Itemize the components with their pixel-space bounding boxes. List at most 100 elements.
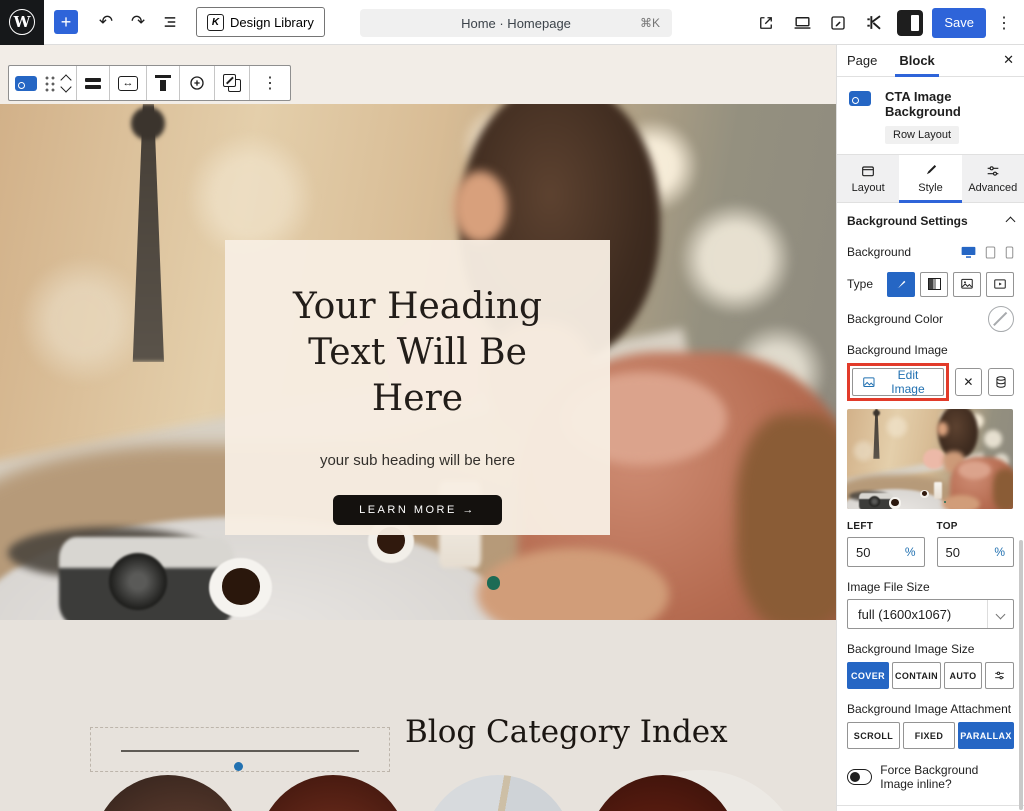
background-color-row: Background Color — [847, 303, 1014, 335]
left-position-input[interactable] — [856, 545, 886, 560]
editor-canvas: ↔ ⋮ — [0, 45, 836, 811]
block-type-badge: Row Layout — [885, 126, 959, 144]
collapse-icon — [1006, 216, 1016, 226]
options-menu-button[interactable]: ⋮ — [992, 7, 1016, 39]
external-link-icon — [757, 14, 775, 32]
preview-button[interactable] — [786, 7, 818, 39]
file-size-value: full (1600x1067) — [858, 607, 951, 622]
edit-image-icon — [862, 375, 876, 390]
background-overlay-settings-panel[interactable]: Background Overlay Settings — [837, 806, 1024, 811]
tutorial-highlight-box: Edit Image — [847, 363, 949, 401]
file-size-label: Image File Size — [847, 580, 1014, 594]
save-button[interactable]: Save — [932, 8, 986, 38]
image-file-size-select[interactable]: full (1600x1067) — [847, 599, 1014, 629]
undo-button[interactable]: ↶ — [90, 6, 122, 38]
align-top-icon — [155, 75, 171, 91]
vertical-align-top-button[interactable] — [146, 66, 179, 100]
background-type-buttons — [887, 272, 1014, 297]
remove-image-button[interactable]: ✕ — [955, 368, 981, 396]
blog-index-section: Blog Category Index — [0, 620, 836, 811]
section-title: Background Settings — [847, 214, 968, 228]
attachment-fixed-button[interactable]: FIXED — [903, 722, 955, 749]
style-pen-icon — [922, 163, 938, 179]
drag-handle-icon[interactable] — [44, 75, 55, 92]
no-color-swatch[interactable] — [988, 306, 1014, 332]
row-layout-block-icon[interactable] — [15, 76, 37, 91]
command-shortcut: ⌘K — [640, 16, 660, 30]
background-settings-panel: Background Settings Background Type — [837, 203, 1024, 791]
hero-subheading[interactable]: your sub heading will be here — [259, 452, 576, 469]
category-circle[interactable] — [258, 775, 408, 811]
attachment-parallax-button[interactable]: PARALLAX — [958, 722, 1014, 749]
plus-circle-icon — [188, 74, 206, 92]
tab-style[interactable]: Style — [899, 155, 961, 202]
block-toolbar: ↔ ⋮ — [8, 65, 291, 101]
attachment-scroll-button[interactable]: SCROLL — [847, 722, 900, 749]
thumbnail-photo — [847, 409, 1013, 509]
type-label: Type — [847, 277, 873, 291]
background-row: Background — [847, 239, 1014, 265]
size-auto-button[interactable]: AUTO — [944, 662, 982, 689]
size-cover-button[interactable]: COVER — [847, 662, 889, 689]
list-view-button[interactable] — [154, 6, 186, 38]
type-video-button[interactable] — [986, 272, 1014, 297]
size-contain-button[interactable]: CONTAIN — [892, 662, 941, 689]
block-settings-tabs: Layout Style Advanced — [837, 154, 1024, 203]
kadence-settings-button[interactable] — [858, 7, 890, 39]
redo-button[interactable]: ↷ — [122, 6, 154, 38]
background-color-label: Background Color — [847, 312, 943, 326]
settings-sidebar: Page Block ✕ CTA Image Background Row La… — [836, 45, 1024, 811]
block-width-button[interactable]: ↔ — [109, 66, 146, 100]
background-image-controls: Edit Image ✕ — [847, 363, 1014, 401]
background-settings-header[interactable]: Background Settings — [847, 203, 1014, 239]
type-color-button[interactable] — [887, 272, 915, 297]
dynamic-source-button[interactable] — [988, 368, 1014, 396]
database-icon — [994, 375, 1008, 389]
block-options-button[interactable]: ⋮ — [249, 66, 290, 100]
edit-image-label: Edit Image — [882, 368, 935, 396]
blog-category-heading[interactable]: Blog Category Index — [405, 714, 728, 750]
hero-heading[interactable]: Your Heading Text Will Be Here — [259, 284, 576, 422]
view-site-button[interactable] — [750, 7, 782, 39]
video-icon — [993, 277, 1007, 291]
tab-block[interactable]: Block — [899, 45, 934, 77]
tab-layout-label: Layout — [852, 182, 885, 194]
block-style-button[interactable] — [214, 66, 249, 100]
close-sidebar-button[interactable]: ✕ — [1003, 52, 1014, 68]
wordpress-menu-button[interactable]: W — [0, 0, 44, 45]
layout-icon — [860, 163, 876, 179]
background-image-thumbnail[interactable] — [847, 409, 1013, 509]
desktop-icon[interactable] — [961, 246, 976, 259]
type-image-button[interactable] — [953, 272, 981, 297]
divider-resize-handle[interactable] — [234, 762, 243, 771]
tab-advanced[interactable]: Advanced — [962, 155, 1024, 202]
editor-mode-button[interactable] — [822, 7, 854, 39]
tablet-icon[interactable] — [985, 246, 996, 259]
wordpress-logo-icon: W — [9, 9, 35, 35]
edit-image-button[interactable]: Edit Image — [852, 368, 944, 396]
top-position-input[interactable] — [946, 545, 976, 560]
design-library-button[interactable]: K Design Library — [196, 7, 325, 37]
size-custom-button[interactable] — [985, 662, 1014, 689]
move-block-buttons[interactable] — [62, 76, 70, 91]
settings-sidebar-toggle[interactable] — [894, 7, 926, 39]
background-type-row: Type — [847, 265, 1014, 303]
tab-layout[interactable]: Layout — [837, 155, 899, 202]
insert-column-button[interactable] — [179, 66, 214, 100]
command-palette[interactable]: Home · Homepage ⌘K — [360, 9, 672, 37]
vertical-align-button[interactable] — [76, 66, 109, 100]
cta-image-background-block[interactable]: Your Heading Text Will Be Here your sub … — [0, 104, 836, 620]
sidebar-scrollbar[interactable] — [1019, 540, 1023, 810]
block-inserter-button[interactable]: + — [54, 10, 78, 34]
tab-page[interactable]: Page — [847, 45, 877, 77]
learn-more-button[interactable]: LEARN MORE → — [333, 495, 502, 525]
more-options-icon: ⋮ — [258, 73, 282, 93]
mobile-icon[interactable] — [1005, 246, 1014, 259]
category-circle[interactable] — [93, 775, 243, 811]
type-gradient-button[interactable] — [920, 272, 948, 297]
divider-line — [121, 750, 359, 752]
category-circle[interactable] — [423, 775, 573, 811]
block-title: CTA Image Background — [885, 89, 1014, 119]
tab-advanced-label: Advanced — [968, 182, 1017, 194]
force-inline-toggle[interactable] — [847, 769, 872, 785]
